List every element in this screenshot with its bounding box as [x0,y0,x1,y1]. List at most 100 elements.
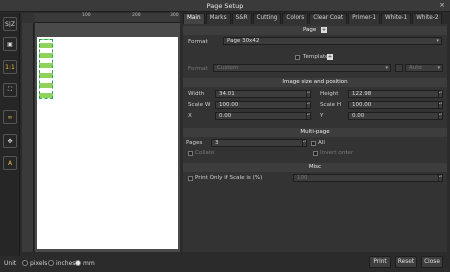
tab-colors[interactable]: Colors [282,13,309,24]
y-stepper[interactable]: ▴▾ [438,113,442,119]
center-icon[interactable]: ✥ [3,134,17,148]
tab-primer-1[interactable]: Primer-1 [348,13,381,24]
text-a-icon[interactable]: A [3,156,17,170]
tab-cutting[interactable]: Cutting [252,13,282,24]
unit-radio-inches[interactable] [48,260,54,266]
chevron-down-icon: ▾ [385,65,388,71]
print-scale-label: Print Only if Scale is (%) [195,175,263,181]
scale-w-value: 100.00 [219,102,239,108]
ruler-top: 100 200 300 [35,13,180,23]
close-button[interactable]: Close [421,256,443,268]
print-scale-stepper[interactable]: ▴▾ [438,175,442,181]
tab-main[interactable]: Main [183,13,205,24]
pages-input[interactable]: 3 ▴▾ [211,139,307,147]
print-scale-checkbox[interactable] [188,176,193,181]
y-label: Y [320,113,324,119]
height-value: 122.98 [352,91,372,97]
fit-size-icon[interactable]: S|Z [3,17,17,31]
unit-bar: Unit pixels inches mm [0,256,180,272]
unit-option-pixels: pixels [30,260,48,267]
print-scale-value: 100 [297,175,308,181]
x-stepper[interactable]: ▴▾ [306,113,310,119]
page-section-title: Page [302,27,317,33]
invert-order-label: Invert order [320,150,354,156]
height-stepper[interactable]: ▴▾ [438,91,442,97]
x-value: 0.00 [219,113,232,119]
scale-h-label: Scale H [320,102,342,108]
tab-white-1[interactable]: White-1 [381,13,412,24]
scale-h-input[interactable]: 100.00 ▴▾ [348,101,443,109]
scale-h-stepper[interactable]: ▴▾ [438,102,442,108]
invert-order-checkbox[interactable] [313,151,318,156]
one-to-one-icon[interactable]: 1:1 [3,60,17,74]
template-orient-dropdown[interactable]: Auto ▾ [405,64,443,72]
chevron-down-icon: ▾ [436,38,439,44]
artwork-thumbnail[interactable] [39,39,53,99]
ruler-tick: 300 [170,13,179,18]
unit-radio-pixels[interactable] [22,260,28,266]
multipage-section-header: Multi-page [183,128,447,137]
template-format-dropdown[interactable]: Custom ▾ [213,64,391,72]
tool-strip: S|Z ▣ 1:1 ⛶ ∞ ✥ A [0,13,20,256]
unit-option-mm: mm [83,260,95,267]
add-template-icon[interactable]: + [327,54,333,60]
ruler-corner [22,13,35,23]
print-button[interactable]: Print [369,256,391,268]
tab-sr[interactable]: S&R [231,13,252,24]
unit-label: Unit [4,260,17,267]
pages-stepper[interactable]: ▴▾ [302,140,306,146]
x-input[interactable]: 0.00 ▴▾ [215,112,311,120]
tab-bar: Main Marks S&R Cutting Colors Clear Coat… [183,13,450,24]
y-input[interactable]: 0.00 ▴▾ [348,112,443,120]
pages-label: Pages [186,140,203,146]
template-label: Template [303,54,329,60]
close-icon[interactable]: × [439,1,445,9]
multipage-section-title: Multi-page [300,129,330,135]
scale-w-stepper[interactable]: ▴▾ [306,102,310,108]
page-sheet [37,37,178,249]
format-label: Format [188,39,208,45]
all-pages-checkbox[interactable] [311,141,316,146]
unit-radio-mm[interactable] [75,260,81,266]
template-orient-value: Auto [409,65,422,71]
collate-label: Collate [195,150,215,156]
unit-option-inches: inches [56,260,76,267]
ruler-tick: 200 [132,13,141,18]
add-page-icon[interactable]: + [321,27,328,33]
y-value: 0.00 [352,113,365,119]
scale-h-value: 100.00 [352,102,372,108]
tab-clear-coat[interactable]: Clear Coat [309,13,348,24]
print-scale-input[interactable]: 100 ▴▾ [293,174,443,182]
x-label: X [188,113,192,119]
title-bar: Page Setup × [0,0,450,12]
reset-button[interactable]: Reset [395,256,417,268]
template-checkbox[interactable] [295,55,300,60]
scale-w-label: Scale W [188,102,211,108]
height-input[interactable]: 122.98 ▴▾ [348,90,443,98]
misc-section-title: Misc [308,164,322,170]
template-format-label: Format [188,66,208,72]
link-icon[interactable]: ∞ [3,110,17,124]
width-label: Width [188,91,205,97]
scale-w-input[interactable]: 100.00 ▴▾ [215,101,311,109]
tab-white-2[interactable]: White-2 [412,13,443,24]
collate-checkbox[interactable] [188,151,193,156]
chevron-down-icon: ▾ [437,65,440,71]
page-section-header: Page + [183,26,447,35]
tab-marks[interactable]: Marks [205,13,231,24]
window-title: Page Setup [206,2,244,10]
width-input[interactable]: 34.01 ▴▾ [215,90,311,98]
template-swap-button[interactable] [395,64,403,72]
pages-value: 3 [215,140,219,146]
main-panel: Page + Format Page 30x42 ▾ Template + Fo… [183,24,447,252]
format-value: Page 30x42 [227,38,260,44]
width-value: 34.01 [219,91,235,97]
fit-frame-icon[interactable]: ⛶ [3,83,17,97]
page-icon[interactable]: ▣ [3,37,17,51]
format-dropdown[interactable]: Page 30x42 ▾ [223,37,442,45]
ruler-left [22,23,34,252]
height-label: Height [320,91,339,97]
preview-canvas[interactable] [35,23,180,252]
width-stepper[interactable]: ▴▾ [306,91,310,97]
ruler-tick: 100 [82,13,91,18]
